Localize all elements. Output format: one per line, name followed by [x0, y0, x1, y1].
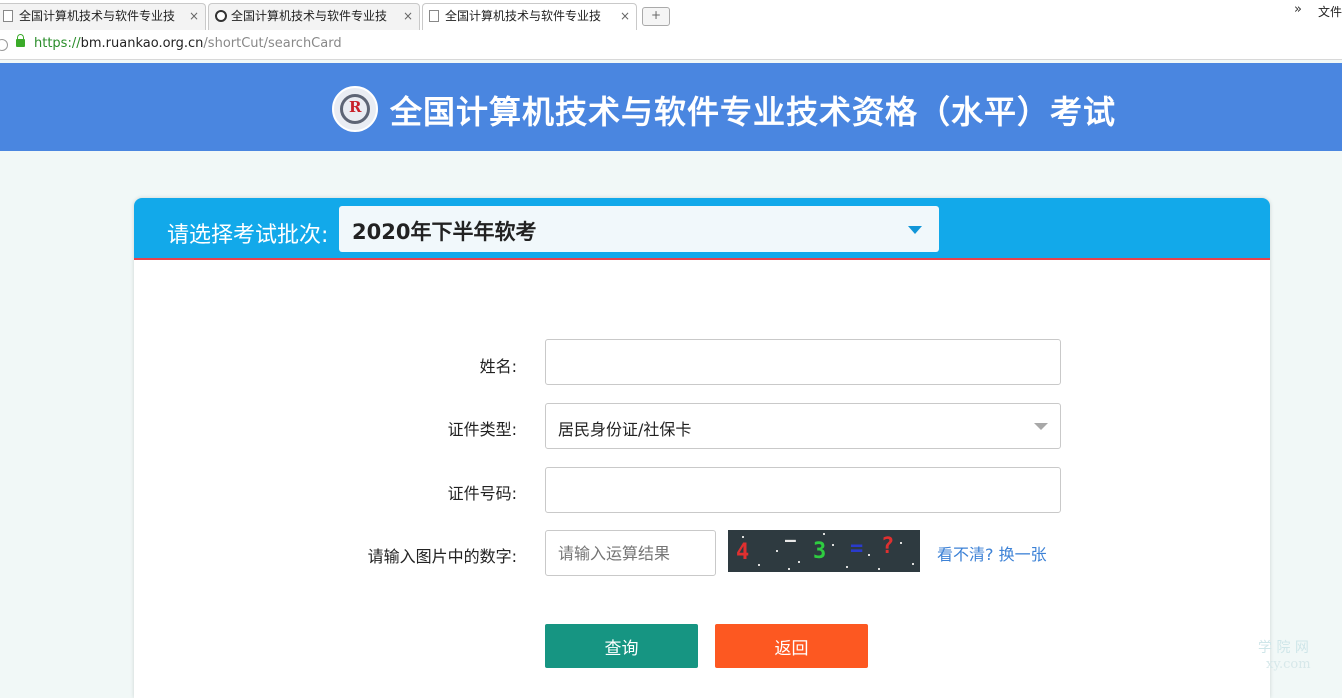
watermark-text: 学 院 网	[1258, 640, 1309, 656]
name-input[interactable]	[545, 339, 1061, 385]
name-label: 姓名:	[479, 357, 517, 376]
id-type-label: 证件类型:	[447, 420, 517, 439]
browser-tab-1[interactable]: 全国计算机技术与软件专业技 ×	[0, 3, 206, 30]
captcha-char: —	[785, 530, 796, 551]
captcha-label: 请输入图片中的数字:	[367, 547, 517, 566]
file-menu[interactable]: 文件	[1318, 3, 1342, 20]
url-text[interactable]: https://bm.ruankao.org.cn/shortCut/searc…	[34, 36, 342, 51]
browser-logo-icon	[215, 10, 227, 22]
new-tab-button[interactable]: +	[642, 7, 670, 26]
captcha-char: =	[850, 536, 864, 561]
captcha-char: 4	[736, 540, 750, 565]
captcha-input[interactable]	[545, 530, 716, 576]
close-icon[interactable]: ×	[189, 4, 199, 29]
query-card: 请选择考试批次: 2020年下半年软考 姓名: 证件类型: 居民身份证/社保卡 …	[134, 198, 1270, 698]
batch-selector-bar: 请选择考试批次: 2020年下半年软考	[134, 198, 1270, 260]
caret-down-icon[interactable]	[908, 226, 922, 234]
tab-overflow-icon[interactable]: »	[1294, 2, 1302, 17]
close-icon[interactable]: ×	[620, 4, 630, 29]
page-title: 全国计算机技术与软件专业技术资格（水平）考试	[390, 93, 1117, 131]
tab-title: 全国计算机技术与软件专业技	[231, 9, 388, 23]
query-button[interactable]: 查询	[545, 624, 698, 668]
ruankao-logo-icon	[332, 86, 378, 132]
lock-icon	[16, 34, 25, 47]
page-icon	[429, 10, 439, 22]
batch-selected-value: 2020年下半年软考	[352, 220, 537, 244]
back-icon[interactable]	[0, 39, 8, 51]
url-scheme: https://	[34, 36, 81, 51]
page-icon	[3, 10, 13, 22]
site-header: 全国计算机技术与软件专业技术资格（水平）考试	[0, 63, 1342, 151]
batch-dropdown[interactable]: 2020年下半年软考	[339, 206, 939, 252]
id-type-select[interactable]: 居民身份证/社保卡	[545, 403, 1061, 449]
id-number-label: 证件号码:	[447, 484, 517, 503]
url-path: /shortCut/searchCard	[203, 36, 342, 51]
refresh-captcha-link[interactable]: 看不清? 换一张	[937, 541, 1047, 565]
id-type-selected: 居民身份证/社保卡	[558, 420, 692, 439]
captcha-char: ?	[881, 534, 895, 559]
url-host: bm.ruankao.org.cn	[80, 36, 204, 51]
caret-down-icon[interactable]	[1034, 423, 1048, 430]
browser-tab-2[interactable]: 全国计算机技术与软件专业技 ×	[208, 3, 420, 30]
close-icon[interactable]: ×	[403, 4, 413, 29]
tab-title: 全国计算机技术与软件专业技	[445, 9, 602, 23]
captcha-image[interactable]: 4 — 3 = ?	[728, 530, 920, 572]
captcha-char: 3	[813, 539, 827, 564]
id-number-input[interactable]	[545, 467, 1061, 513]
tab-title: 全国计算机技术与软件专业技	[19, 9, 176, 23]
watermark-url: xy.com	[1266, 657, 1311, 672]
batch-label: 请选择考试批次:	[167, 223, 329, 248]
back-button[interactable]: 返回	[715, 624, 868, 668]
browser-tab-strip: 全国计算机技术与软件专业技 × 全国计算机技术与软件专业技 × 全国计算机技术与…	[0, 0, 1342, 32]
browser-tab-3[interactable]: 全国计算机技术与软件专业技 ×	[422, 3, 637, 30]
address-bar[interactable]: https://bm.ruankao.org.cn/shortCut/searc…	[0, 31, 1342, 60]
